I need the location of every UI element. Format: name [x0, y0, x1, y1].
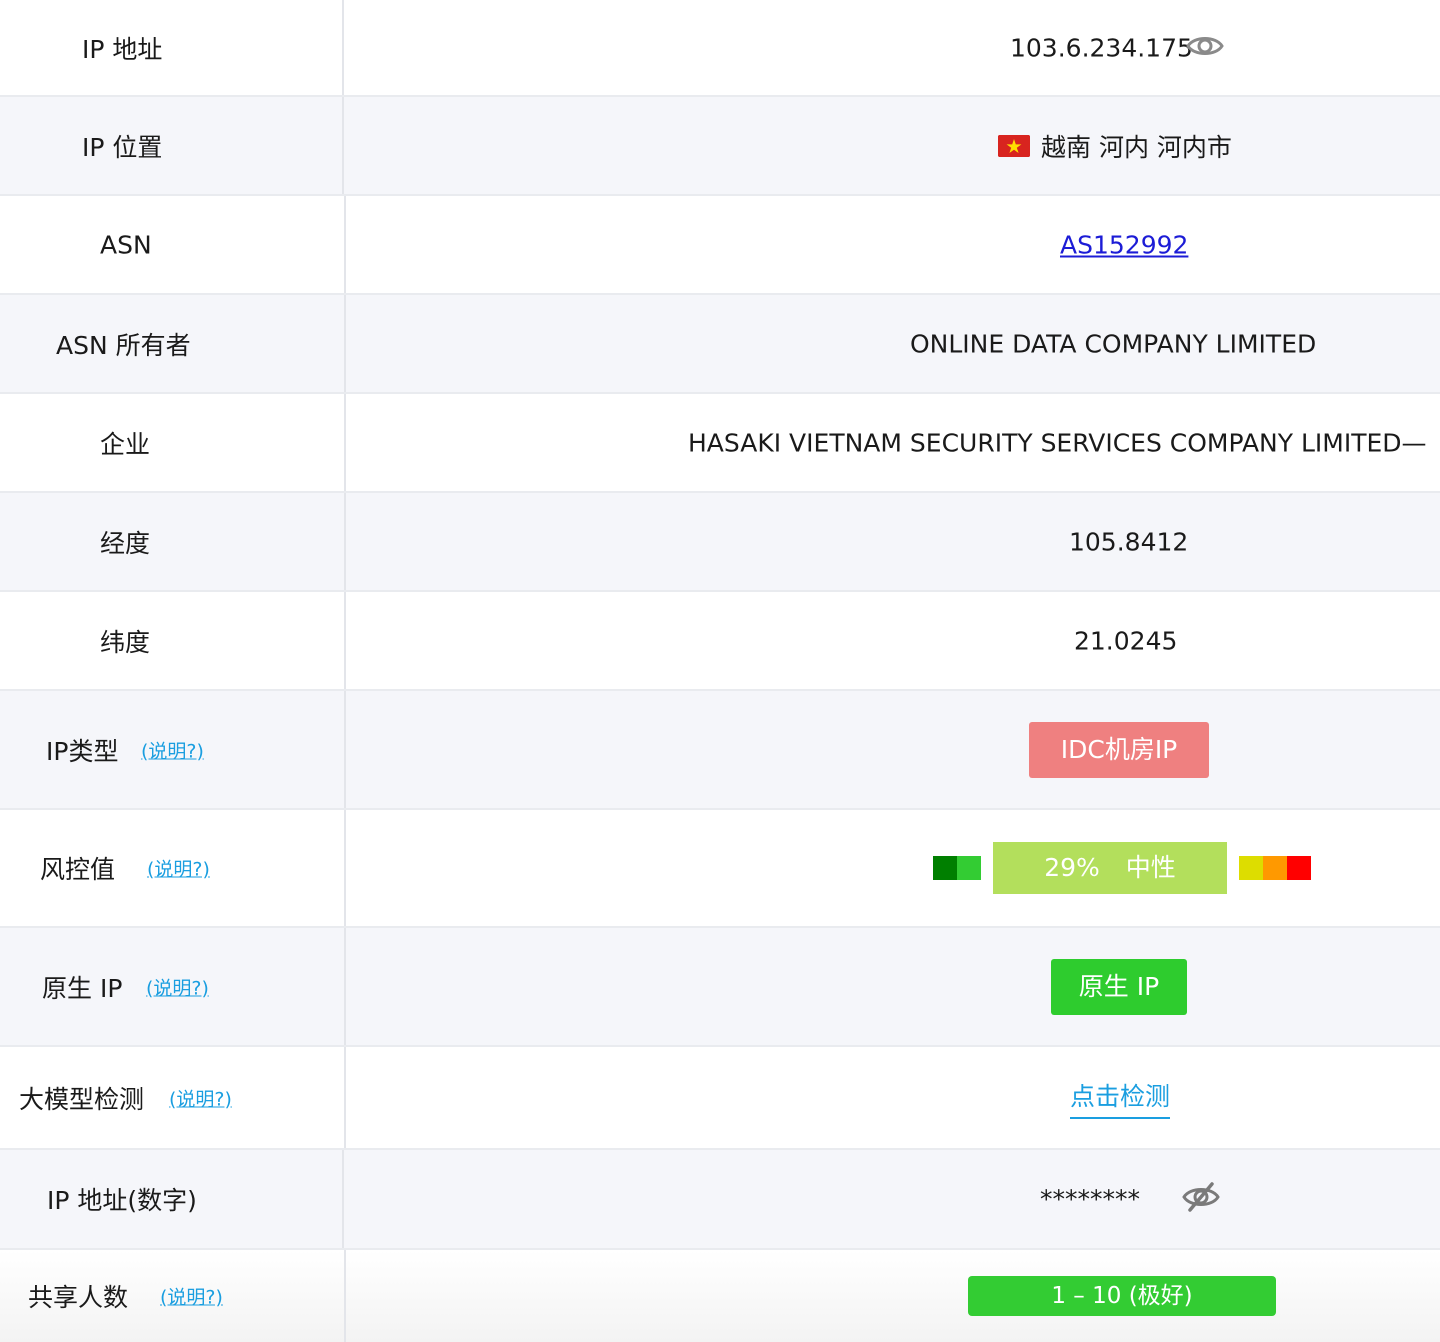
row-risk-value: 风控值 (说明?) 29% 中性 — [0, 810, 1440, 928]
longitude-label: 经度 — [100, 528, 151, 558]
label-cell: ASN 所有者 — [0, 295, 346, 392]
latitude-label: 纬度 — [100, 627, 151, 657]
shared-users-badge: 1 – 10 (极好) — [968, 1276, 1276, 1316]
row-shared-users: 共享人数 (说明?) 1 – 10 (极好) — [0, 1250, 1440, 1342]
eye-off-icon[interactable] — [1182, 1181, 1220, 1217]
row-ip-location: IP 位置 越南 河内 河内市 — [0, 97, 1440, 196]
shared-help-link[interactable]: (说明?) — [160, 1283, 223, 1310]
company-value: HASAKI VIETNAM SECURITY SERVICES COMPANY… — [688, 428, 1427, 457]
label-cell: IP类型 (说明?) — [0, 691, 346, 808]
company-label: 企业 — [100, 429, 151, 459]
value-cell: ******** — [344, 1150, 1440, 1248]
risk-scale-very-high — [1287, 856, 1311, 880]
row-native-ip: 原生 IP (说明?) 原生 IP — [0, 928, 1440, 1047]
latitude-value: 21.0245 — [1074, 626, 1178, 655]
risk-score-badge: 29% 中性 — [993, 842, 1227, 894]
row-asn: ASN AS152992 — [0, 196, 1440, 295]
llm-detection-label: 大模型检测 — [19, 1084, 145, 1114]
label-cell: 企业 — [0, 394, 346, 491]
risk-value-label: 风控值 — [40, 855, 116, 884]
asn-owner-label: ASN 所有者 — [56, 330, 191, 360]
ip-numeric-label: IP 地址(数字) — [47, 1186, 197, 1215]
eye-icon[interactable] — [1186, 32, 1224, 64]
ip-location-value: 越南 河内 河内市 — [1041, 132, 1232, 162]
asn-label: ASN — [100, 230, 152, 259]
label-cell: 风控值 (说明?) — [0, 810, 346, 926]
ip-info-table: IP 地址 103.6.234.175 IP 位置 越南 河内 河内市 ASN … — [0, 0, 1440, 1342]
row-asn-owner: ASN 所有者 ONLINE DATA COMPANY LIMITED — [0, 295, 1440, 394]
value-cell: 103.6.234.175 — [344, 0, 1440, 95]
llm-help-link[interactable]: (说明?) — [169, 1084, 232, 1111]
row-ip-address: IP 地址 103.6.234.175 — [0, 0, 1440, 97]
ip-type-help-link[interactable]: (说明?) — [141, 736, 204, 763]
ip-address-label: IP 地址 — [82, 34, 163, 64]
value-cell: 105.8412 — [346, 493, 1440, 590]
risk-help-link[interactable]: (说明?) — [147, 855, 210, 882]
label-cell: 共享人数 (说明?) — [0, 1250, 346, 1342]
risk-scale-very-low — [933, 856, 957, 880]
value-cell: 1 – 10 (极好) — [346, 1250, 1440, 1342]
risk-scale-high — [1263, 856, 1287, 880]
label-cell: IP 地址 — [0, 0, 344, 95]
label-cell: IP 地址(数字) — [0, 1150, 344, 1248]
native-ip-label: 原生 IP — [42, 973, 123, 1003]
ip-address-value: 103.6.234.175 — [1010, 33, 1193, 62]
vietnam-flag-icon — [998, 134, 1030, 157]
ip-location-label: IP 位置 — [82, 132, 163, 162]
label-cell: 经度 — [0, 493, 346, 590]
idc-badge: IDC机房IP — [1029, 721, 1209, 778]
label-cell: 原生 IP (说明?) — [0, 928, 346, 1045]
value-cell: IDC机房IP — [346, 691, 1440, 808]
native-help-link[interactable]: (说明?) — [146, 973, 209, 1000]
shared-users-label: 共享人数 — [28, 1283, 129, 1312]
value-cell: ONLINE DATA COMPANY LIMITED — [346, 295, 1440, 392]
ip-numeric-value: ******** — [1040, 1184, 1140, 1214]
native-ip-badge: 原生 IP — [1051, 958, 1187, 1015]
value-cell: HASAKI VIETNAM SECURITY SERVICES COMPANY… — [346, 394, 1440, 491]
risk-scale-low — [957, 856, 981, 880]
click-detect-link[interactable]: 点击检测 — [1070, 1077, 1171, 1119]
longitude-value: 105.8412 — [1069, 527, 1189, 556]
value-cell: AS152992 — [346, 196, 1440, 293]
risk-scale-medium — [1239, 856, 1263, 880]
label-cell: IP 位置 — [0, 97, 344, 194]
value-cell: 29% 中性 — [346, 810, 1440, 926]
label-cell: 纬度 — [0, 592, 346, 689]
value-cell: 原生 IP — [346, 928, 1440, 1045]
value-cell: 21.0245 — [346, 592, 1440, 689]
asn-owner-value: ONLINE DATA COMPANY LIMITED — [910, 329, 1317, 358]
ip-type-label: IP类型 — [46, 736, 119, 766]
value-cell: 点击检测 — [346, 1047, 1440, 1148]
row-longitude: 经度 105.8412 — [0, 493, 1440, 592]
label-cell: 大模型检测 (说明?) — [0, 1047, 346, 1148]
value-cell: 越南 河内 河内市 — [344, 97, 1440, 194]
row-company: 企业 HASAKI VIETNAM SECURITY SERVICES COMP… — [0, 394, 1440, 493]
asn-link[interactable]: AS152992 — [1060, 230, 1188, 259]
row-ip-numeric: IP 地址(数字) ******** — [0, 1150, 1440, 1250]
label-cell: ASN — [0, 196, 346, 293]
row-llm-detection: 大模型检测 (说明?) 点击检测 — [0, 1047, 1440, 1150]
row-ip-type: IP类型 (说明?) IDC机房IP — [0, 691, 1440, 810]
row-latitude: 纬度 21.0245 — [0, 592, 1440, 691]
